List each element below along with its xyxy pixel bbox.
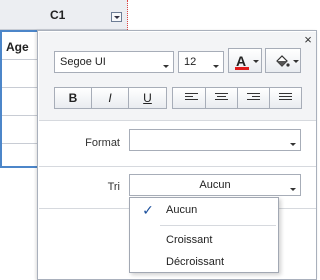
paint-bucket-icon (274, 53, 290, 75)
align-center-button[interactable] (206, 88, 238, 108)
chevron-down-icon (213, 65, 219, 68)
sort-option-croissant[interactable]: Croissant (130, 229, 278, 251)
text-style-group: B I U (54, 87, 167, 109)
chevron-down-icon (253, 60, 259, 63)
chevron-down-icon (293, 60, 299, 63)
align-center-icon (215, 93, 228, 103)
table-row[interactable] (2, 60, 39, 88)
fill-color-button[interactable] (265, 48, 301, 73)
sort-option-label: Décroissant (166, 256, 225, 268)
alignment-group (172, 87, 302, 109)
sort-select[interactable]: Aucun (129, 174, 301, 196)
column-title: C1 (50, 8, 66, 22)
close-icon[interactable]: × (302, 33, 314, 46)
chevron-down-icon (290, 143, 296, 146)
align-left-icon (185, 93, 198, 103)
sort-option-label: Croissant (166, 234, 213, 246)
format-select[interactable] (129, 129, 301, 151)
font-size-value: 12 (184, 56, 197, 68)
sort-option-label: Aucun (166, 204, 198, 216)
italic-button[interactable]: I (92, 88, 129, 108)
column-header-empty (129, 0, 317, 30)
column-filter-dropdown-icon[interactable] (111, 12, 122, 22)
divider (160, 225, 276, 226)
chevron-down-icon (163, 65, 169, 68)
table-row[interactable]: Age (2, 32, 39, 60)
format-label: Format (85, 137, 120, 149)
bold-button[interactable]: B (55, 88, 92, 108)
table-row[interactable] (2, 88, 39, 116)
sort-value: Aucun (199, 179, 231, 191)
column-header: C1 (0, 0, 128, 30)
sort-dropdown-list: ✓ Aucun Croissant Décroissant (129, 197, 279, 273)
align-right-icon (247, 93, 260, 103)
checkmark-icon: ✓ (142, 202, 154, 218)
font-family-value: Segoe UI (60, 56, 106, 68)
divider (39, 166, 316, 167)
selected-column[interactable]: Age (0, 30, 39, 168)
age-header-cell: Age (6, 40, 29, 54)
underline-button[interactable]: U (129, 88, 166, 108)
font-color-button[interactable]: A (228, 48, 262, 73)
sort-option-aucun[interactable]: ✓ Aucun (130, 199, 278, 221)
font-family-select[interactable]: Segoe UI (54, 51, 174, 73)
font-color-swatch (235, 67, 249, 70)
align-justify-icon (279, 93, 292, 103)
sort-label: Tri (107, 181, 120, 193)
align-justify-button[interactable] (270, 88, 301, 108)
sort-option-decroissant[interactable]: Décroissant (130, 251, 278, 273)
align-right-button[interactable] (238, 88, 270, 108)
align-left-button[interactable] (173, 88, 206, 108)
font-size-select[interactable]: 12 (178, 51, 224, 73)
table-row[interactable] (2, 116, 39, 144)
chevron-down-icon (290, 188, 296, 191)
